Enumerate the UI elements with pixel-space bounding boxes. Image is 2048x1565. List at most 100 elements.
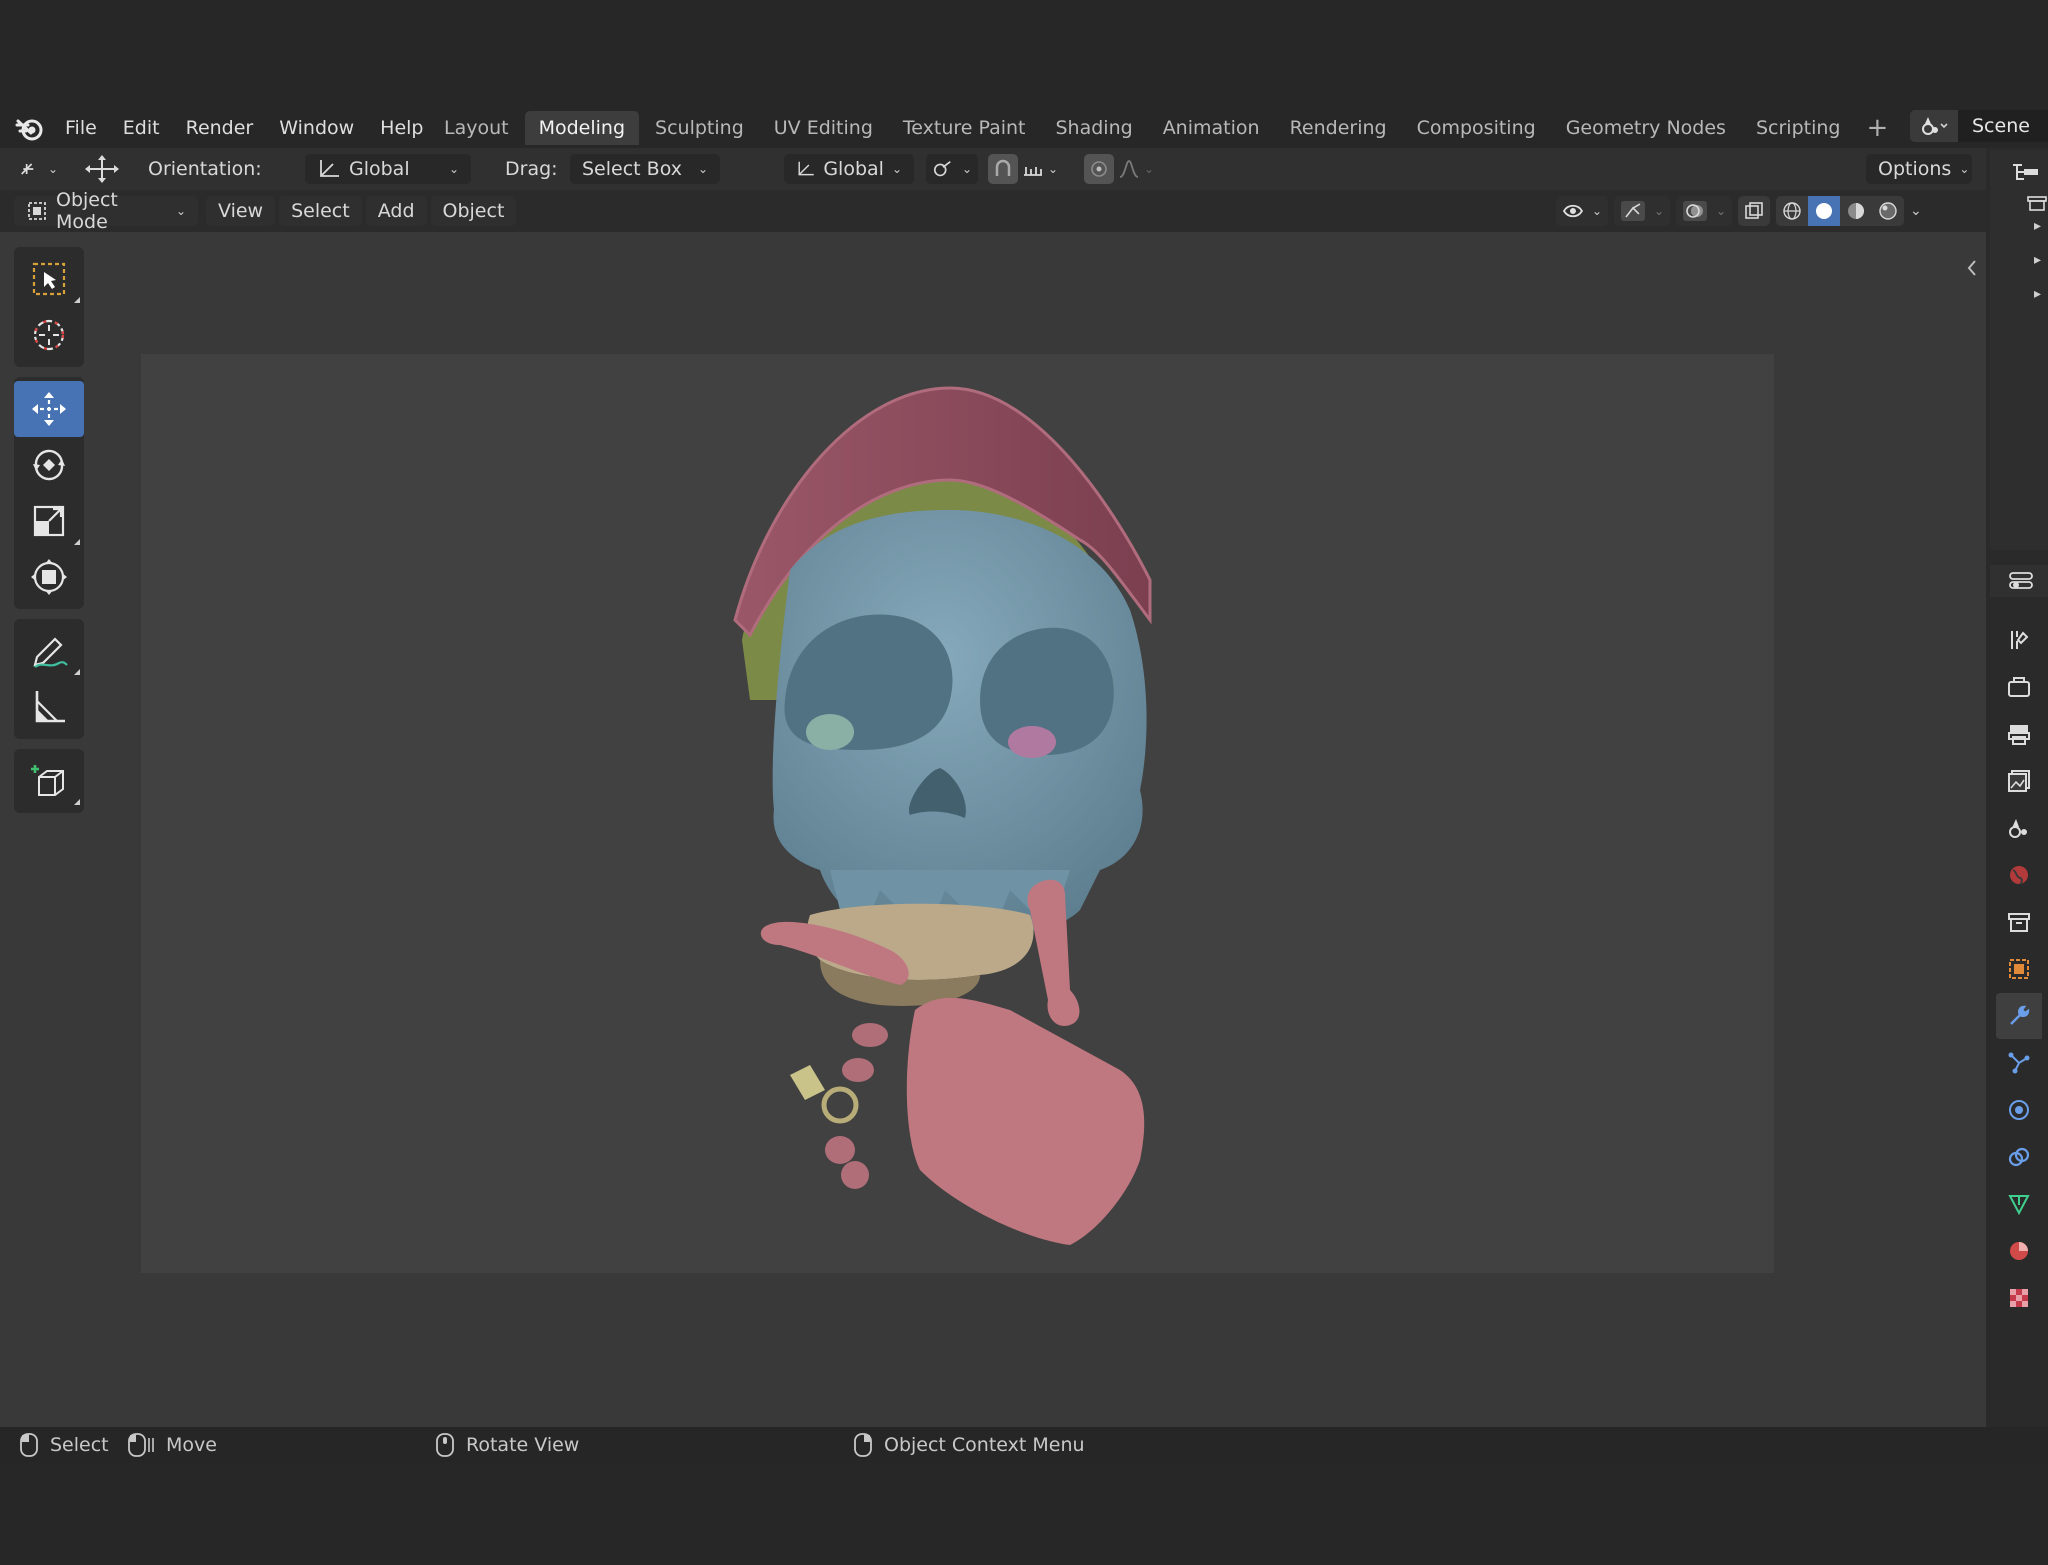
scene-selector[interactable]: Scene [1910, 108, 2048, 144]
add-tool-group [14, 749, 84, 813]
blender-logo-icon[interactable] [14, 113, 46, 145]
tab-data[interactable] [1996, 1181, 2042, 1227]
drag-dropdown[interactable]: Select Box ⌄ [570, 154, 720, 184]
tab-tool[interactable] [1996, 617, 2042, 663]
tab-animation[interactable]: Animation [1149, 111, 1274, 145]
pivot-dropdown[interactable]: ⌄ [926, 154, 978, 184]
outliner-expand-arrow-icon[interactable]: ▸ [1990, 286, 2048, 320]
measure-tool[interactable] [14, 679, 84, 735]
outliner-expand-arrow-icon[interactable]: ▸ [1990, 218, 2048, 252]
rotate-tool[interactable] [14, 437, 84, 493]
scale-tool[interactable] [14, 493, 84, 549]
tab-modifiers[interactable] [1996, 993, 2042, 1039]
tab-layout[interactable]: Layout [430, 111, 523, 145]
falloff-dropdown[interactable]: ⌄ [1114, 154, 1158, 184]
tab-sculpting[interactable]: Sculpting [641, 111, 758, 145]
proportional-group: ⌄ [1084, 154, 1158, 184]
cursor-tool[interactable] [14, 307, 84, 363]
scene-name: Scene [1958, 110, 2048, 142]
tab-texture-paint[interactable]: Texture Paint [889, 111, 1040, 145]
tab-collection[interactable] [1996, 899, 2042, 945]
object-icon [2009, 959, 2029, 979]
rotate-icon [33, 449, 65, 481]
annotate-tool[interactable] [14, 623, 84, 679]
tab-render[interactable] [1996, 664, 2042, 710]
xray-toggle[interactable] [1738, 196, 1770, 226]
object-mode-select[interactable]: Object Mode ⌄ [14, 189, 198, 233]
tool-selector[interactable]: ⌄ [14, 154, 64, 184]
tab-shading[interactable]: Shading [1042, 111, 1147, 145]
select-box-tool[interactable] [14, 251, 84, 307]
menu-select[interactable]: Select [279, 196, 362, 226]
tab-constraints[interactable] [1996, 1134, 2042, 1180]
mouse-middle-icon [436, 1433, 454, 1457]
tab-rendering[interactable]: Rendering [1276, 111, 1401, 145]
active-tool-dropdown[interactable]: ⌄ [14, 154, 64, 184]
tab-material[interactable] [1996, 1228, 2042, 1274]
tab-particles[interactable] [1996, 1040, 2042, 1086]
eye-icon [1562, 204, 1583, 218]
tab-uv-editing[interactable]: UV Editing [760, 111, 887, 145]
shading-options-chevron-icon[interactable]: ⌄ [1910, 203, 1922, 219]
overlays-dropdown[interactable]: ⌄ [1676, 196, 1732, 226]
transform-orientation-select[interactable]: Global ⌄ [784, 154, 914, 184]
options-label: Options [1878, 158, 1952, 180]
visibility-dropdown[interactable]: ⌄ [1556, 196, 1608, 226]
menu-file[interactable]: File [52, 117, 110, 139]
tool-icon [2011, 631, 2029, 649]
menu-render[interactable]: Render [173, 117, 267, 139]
solid-shading-button[interactable] [1808, 196, 1840, 226]
sidebar-toggle-icon[interactable] [1964, 256, 1980, 280]
tab-texture[interactable] [1996, 1275, 2042, 1321]
snap-group: ⌄ [988, 154, 1062, 184]
tab-scripting[interactable]: Scripting [1742, 111, 1855, 145]
outliner-panel[interactable]: ▸ ▸ ▸ [1990, 150, 2048, 550]
tab-view-layer[interactable] [1996, 758, 2042, 804]
move-tool[interactable] [14, 381, 84, 437]
add-workspace-icon[interactable]: + [1856, 113, 1898, 143]
transform-icon [31, 559, 67, 595]
menu-object[interactable]: Object [430, 196, 517, 226]
tab-geometry-nodes[interactable]: Geometry Nodes [1552, 111, 1740, 145]
menu-view[interactable]: View [206, 196, 276, 226]
proportional-edit-toggle[interactable] [1084, 154, 1114, 184]
transform-tool[interactable] [14, 549, 84, 605]
tab-world[interactable] [1996, 852, 2042, 898]
tab-object[interactable] [1996, 946, 2042, 992]
orientation-select[interactable]: Global ⌄ [305, 154, 471, 184]
outliner-display-mode-dropdown[interactable] [1990, 150, 2048, 194]
wireframe-shading-button[interactable] [1776, 196, 1808, 226]
transform-orientation-dropdown[interactable]: Global ⌄ [784, 154, 914, 184]
options-button[interactable]: Options ⌄ [1866, 154, 1972, 184]
menu-help[interactable]: Help [367, 117, 436, 139]
status-rotate-view-label: Rotate View [466, 1434, 580, 1456]
status-select: Select [18, 1432, 109, 1458]
pivot-select[interactable]: ⌄ [926, 154, 978, 184]
tab-physics[interactable] [1996, 1087, 2042, 1133]
orientation-dropdown[interactable]: Global ⌄ [305, 154, 471, 184]
menu-edit[interactable]: Edit [110, 117, 173, 139]
snap-target-dropdown[interactable]: ⌄ [1018, 154, 1062, 184]
scene-icon[interactable] [1910, 110, 1958, 142]
constraints-icon [2008, 1147, 2030, 1167]
properties-editor-type-dropdown[interactable] [1990, 565, 2048, 597]
outliner-collection-row[interactable] [1990, 194, 2048, 218]
material-shading-button[interactable] [1840, 196, 1872, 226]
tab-scene[interactable] [1996, 805, 2042, 851]
tab-modeling[interactable]: Modeling [524, 111, 640, 145]
snap-toggle[interactable] [988, 154, 1018, 184]
rendered-shading-button[interactable] [1872, 196, 1904, 226]
add-cube-tool[interactable] [14, 753, 84, 809]
transform-orientation-value: Global [823, 158, 884, 180]
tab-compositing[interactable]: Compositing [1403, 111, 1550, 145]
drag-select[interactable]: Select Box ⌄ [570, 154, 720, 184]
gizmo-dropdown[interactable]: ⌄ [1614, 196, 1670, 226]
menu-add[interactable]: Add [365, 196, 427, 226]
options-dropdown[interactable]: Options ⌄ [1866, 154, 1972, 184]
mode-dropdown[interactable]: Object Mode ⌄ [14, 189, 198, 233]
menu-window[interactable]: Window [266, 117, 367, 139]
object-mode-icon [28, 202, 46, 220]
tab-output[interactable] [1996, 711, 2042, 757]
outliner-expand-arrow-icon[interactable]: ▸ [1990, 252, 2048, 286]
skull-character-model[interactable] [680, 370, 1180, 1250]
